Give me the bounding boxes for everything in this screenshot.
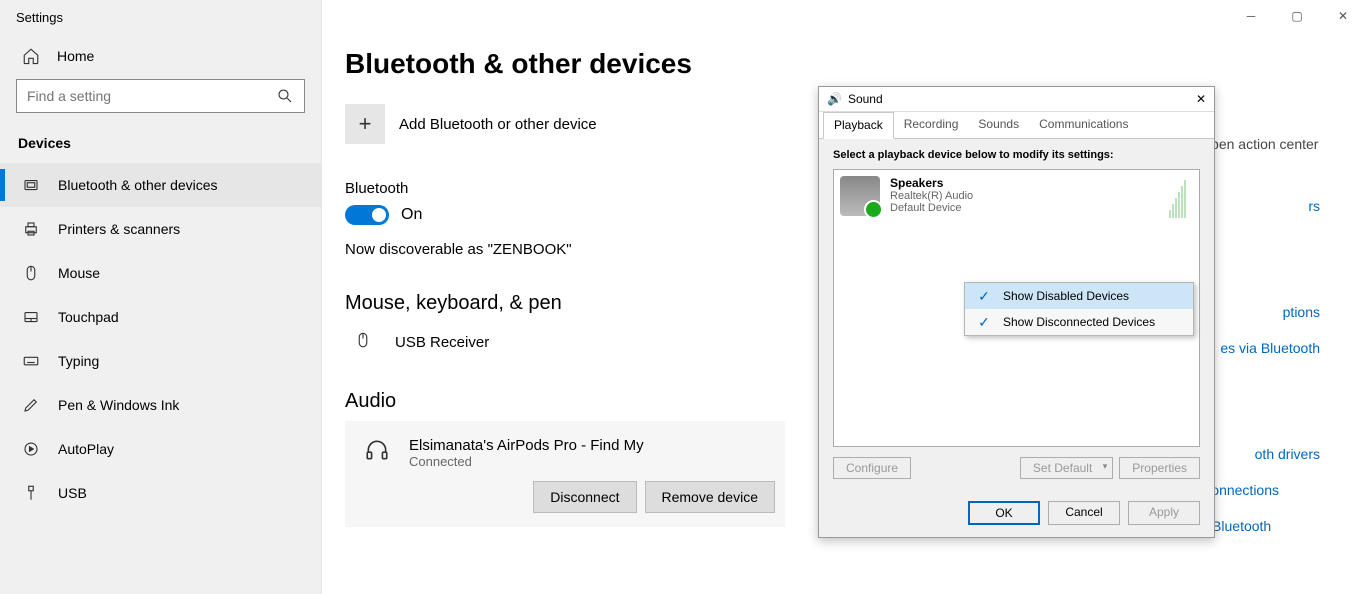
plus-icon: +	[359, 111, 372, 137]
mouse-icon	[22, 264, 40, 282]
ctx-show-disconnected[interactable]: ✓ Show Disconnected Devices	[965, 309, 1193, 335]
playback-device-list[interactable]: Speakers Realtek(R) Audio Default Device…	[833, 169, 1200, 447]
sidebar-item-typing[interactable]: Typing	[0, 339, 321, 383]
audio-device-status: Connected	[409, 454, 644, 469]
headphones-icon	[359, 437, 395, 468]
sidebar-item-touchpad[interactable]: Touchpad	[0, 295, 321, 339]
usb-icon	[22, 484, 40, 502]
dialog-instruction: Select a playback device below to modify…	[833, 149, 1200, 161]
dialog-close-button[interactable]: ✕	[1196, 92, 1206, 106]
dialog-titlebar: 🔊 Sound ✕	[819, 87, 1214, 112]
page-title: Bluetooth & other devices	[345, 48, 1366, 80]
sound-dialog: 🔊 Sound ✕ Playback Recording Sounds Comm…	[818, 86, 1215, 538]
ctx-show-disabled[interactable]: ✓ Show Disabled Devices	[965, 283, 1193, 309]
set-default-button[interactable]: Set Default	[1020, 457, 1113, 479]
sound-dialog-icon: 🔊	[827, 92, 842, 106]
context-menu: ✓ Show Disabled Devices ✓ Show Disconnec…	[964, 282, 1194, 336]
device-airpods[interactable]: Elsimanata's AirPods Pro - Find My Conne…	[355, 433, 775, 481]
audio-device-card: Elsimanata's AirPods Pro - Find My Conne…	[345, 421, 785, 527]
toggle-state: On	[401, 206, 422, 224]
home-icon	[22, 47, 40, 65]
tab-sounds[interactable]: Sounds	[968, 112, 1029, 138]
app-title: Settings	[0, 0, 321, 33]
dialog-title: Sound	[848, 92, 883, 106]
sidebar-item-bluetooth[interactable]: Bluetooth & other devices	[0, 163, 321, 207]
sidebar-item-pen[interactable]: Pen & Windows Ink	[0, 383, 321, 427]
keyboard-icon	[22, 352, 40, 370]
bluetooth-icon	[22, 176, 40, 194]
configure-button[interactable]: Configure	[833, 457, 911, 479]
device-driver: Realtek(R) Audio	[890, 190, 973, 202]
ctx-label: Show Disabled Devices	[1003, 289, 1129, 303]
disconnect-button[interactable]: Disconnect	[533, 481, 636, 513]
properties-button[interactable]: Properties	[1119, 457, 1200, 479]
cancel-button[interactable]: Cancel	[1048, 501, 1120, 525]
sidebar-item-mouse[interactable]: Mouse	[0, 251, 321, 295]
sidebar-item-label: Pen & Windows Ink	[58, 397, 179, 413]
device-name: Speakers	[890, 176, 973, 190]
ctx-label: Show Disconnected Devices	[1003, 315, 1155, 329]
device-default: Default Device	[890, 202, 973, 214]
home-nav[interactable]: Home	[0, 33, 321, 79]
sidebar-item-label: AutoPlay	[58, 441, 114, 457]
printer-icon	[22, 220, 40, 238]
section-header: Devices	[0, 129, 321, 163]
pen-icon	[22, 396, 40, 414]
add-device-button[interactable]: +	[345, 104, 385, 144]
search-input[interactable]	[27, 88, 276, 104]
sidebar-item-label: USB	[58, 485, 87, 501]
remove-device-button[interactable]: Remove device	[645, 481, 776, 513]
add-device-label: Add Bluetooth or other device	[399, 116, 597, 133]
touchpad-icon	[22, 308, 40, 326]
home-label: Home	[57, 48, 94, 64]
sidebar: Settings Home Devices Bluetooth & other …	[0, 0, 322, 594]
tab-recording[interactable]: Recording	[894, 112, 969, 138]
sidebar-item-label: Typing	[58, 353, 99, 369]
apply-button[interactable]: Apply	[1128, 501, 1200, 525]
tab-communications[interactable]: Communications	[1029, 112, 1138, 138]
sidebar-item-autoplay[interactable]: AutoPlay	[0, 427, 321, 471]
sidebar-item-label: Touchpad	[58, 309, 119, 325]
sidebar-item-label: Mouse	[58, 265, 100, 281]
sidebar-item-usb[interactable]: USB	[0, 471, 321, 515]
level-meter-icon	[1169, 178, 1191, 218]
bluetooth-toggle[interactable]	[345, 205, 389, 225]
ok-button[interactable]: OK	[968, 501, 1040, 525]
sidebar-item-label: Bluetooth & other devices	[58, 177, 218, 193]
search-icon	[276, 87, 294, 105]
dialog-tabs: Playback Recording Sounds Communications	[819, 112, 1214, 139]
playback-device-speakers[interactable]: Speakers Realtek(R) Audio Default Device	[840, 176, 1193, 216]
search-box[interactable]	[16, 79, 305, 113]
check-icon: ✓	[975, 287, 993, 305]
autoplay-icon	[22, 440, 40, 458]
device-name: USB Receiver	[395, 334, 489, 351]
check-icon: ✓	[975, 313, 993, 331]
sidebar-item-label: Printers & scanners	[58, 221, 180, 237]
speaker-icon	[840, 176, 880, 216]
audio-device-name: Elsimanata's AirPods Pro - Find My	[409, 437, 644, 454]
sidebar-item-printers[interactable]: Printers & scanners	[0, 207, 321, 251]
tab-playback[interactable]: Playback	[823, 112, 894, 139]
mouse-device-icon	[345, 331, 381, 354]
